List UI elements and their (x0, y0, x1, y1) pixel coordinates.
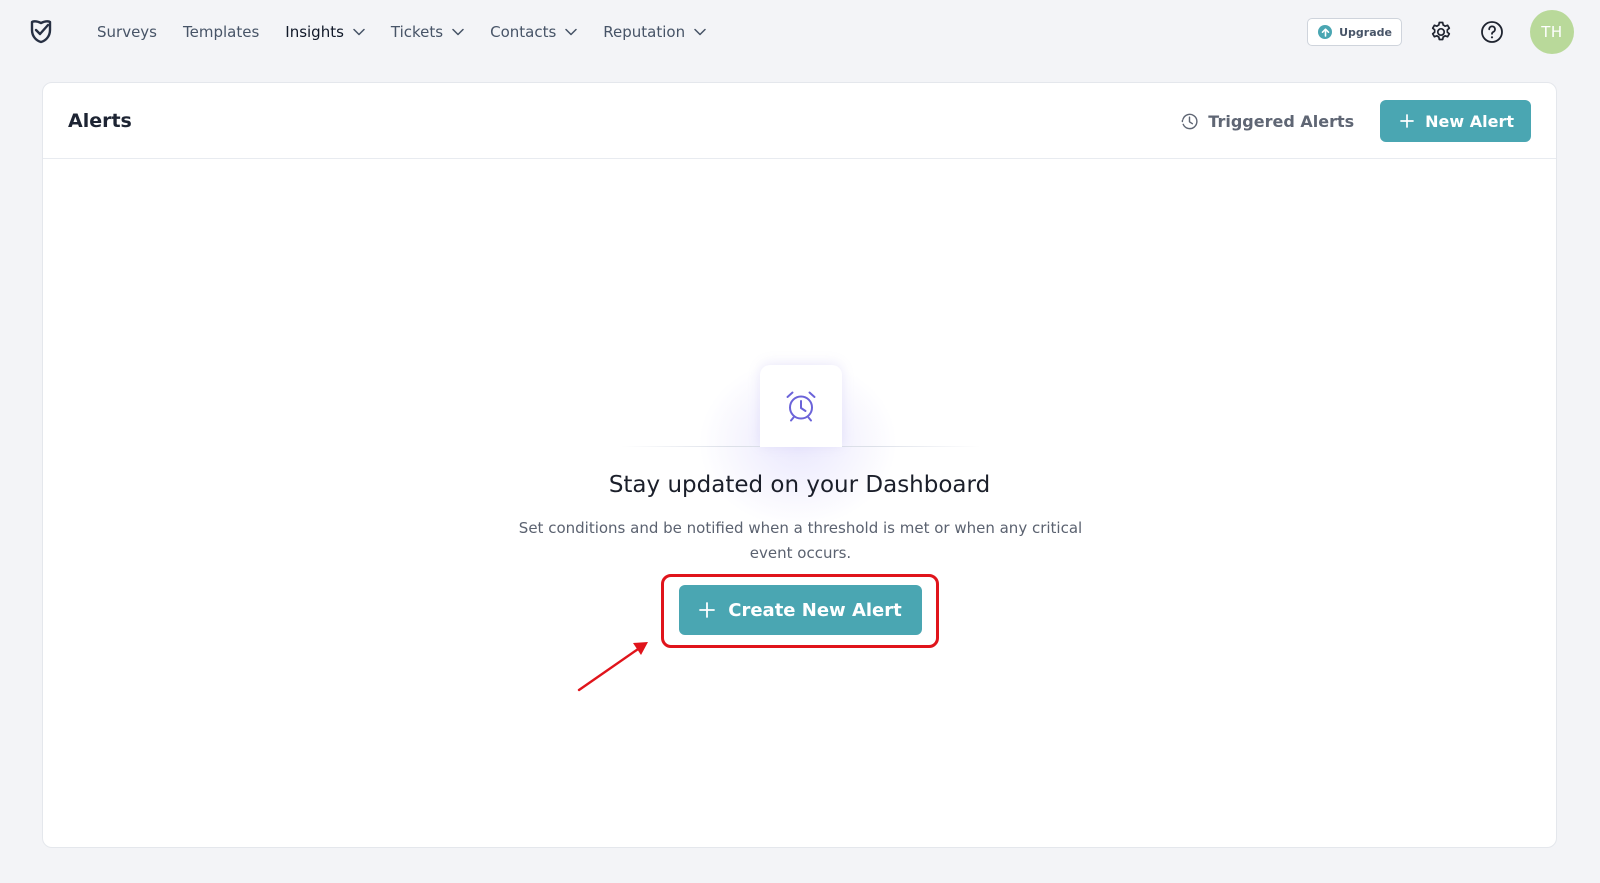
upgrade-label: Upgrade (1339, 25, 1392, 39)
empty-state-title: Stay updated on your Dashboard (608, 472, 991, 498)
nav-item-reputation[interactable]: Reputation (590, 12, 719, 52)
top-navigation-bar: Surveys Templates Insights Tickets Conta… (0, 0, 1600, 64)
nav-item-label: Reputation (603, 23, 686, 41)
user-avatar[interactable]: TH (1530, 10, 1574, 54)
nav-item-label: Contacts (490, 23, 557, 41)
nav-item-label: Templates (183, 23, 260, 41)
logo-icon (30, 20, 52, 44)
empty-state: Stay updated on your Dashboard Set condi… (43, 83, 1556, 847)
chevron-down-icon (452, 28, 464, 36)
create-new-alert-label: Create New Alert (728, 599, 902, 621)
nav-item-label: Tickets (390, 23, 444, 41)
nav-item-templates[interactable]: Templates (170, 12, 272, 52)
nav-item-surveys[interactable]: Surveys (84, 12, 170, 52)
help-button[interactable] (1479, 19, 1505, 45)
create-new-alert-button[interactable]: Create New Alert (679, 585, 922, 635)
chevron-down-icon (694, 28, 706, 36)
nav-item-contacts[interactable]: Contacts (477, 12, 590, 52)
empty-state-description: Set conditions and be notified when a th… (518, 519, 1083, 562)
nav-item-tickets[interactable]: Tickets (378, 12, 477, 52)
alarm-clock-icon (786, 391, 816, 422)
annotation-arrow-icon (577, 642, 648, 692)
empty-state-icon-tile (760, 365, 842, 447)
nav-item-label: Surveys (97, 23, 157, 41)
alerts-panel: Alerts Triggered Alerts New Alert Stay u… (42, 82, 1557, 848)
chevron-down-icon (565, 28, 578, 36)
gear-icon (1431, 21, 1451, 41)
settings-button[interactable] (1428, 19, 1454, 45)
main-nav: Surveys Templates Insights Tickets Conta… (84, 0, 719, 64)
help-icon (1481, 21, 1503, 43)
upgrade-arrow-icon (1318, 25, 1333, 39)
nav-item-label: Insights (285, 23, 344, 41)
plus-icon (699, 602, 716, 618)
upgrade-button[interactable]: Upgrade (1307, 18, 1402, 46)
header-tools: Upgrade TH (1307, 0, 1574, 64)
nav-item-insights[interactable]: Insights (272, 12, 378, 52)
app-logo[interactable] (28, 17, 54, 45)
chevron-down-icon (353, 28, 365, 36)
